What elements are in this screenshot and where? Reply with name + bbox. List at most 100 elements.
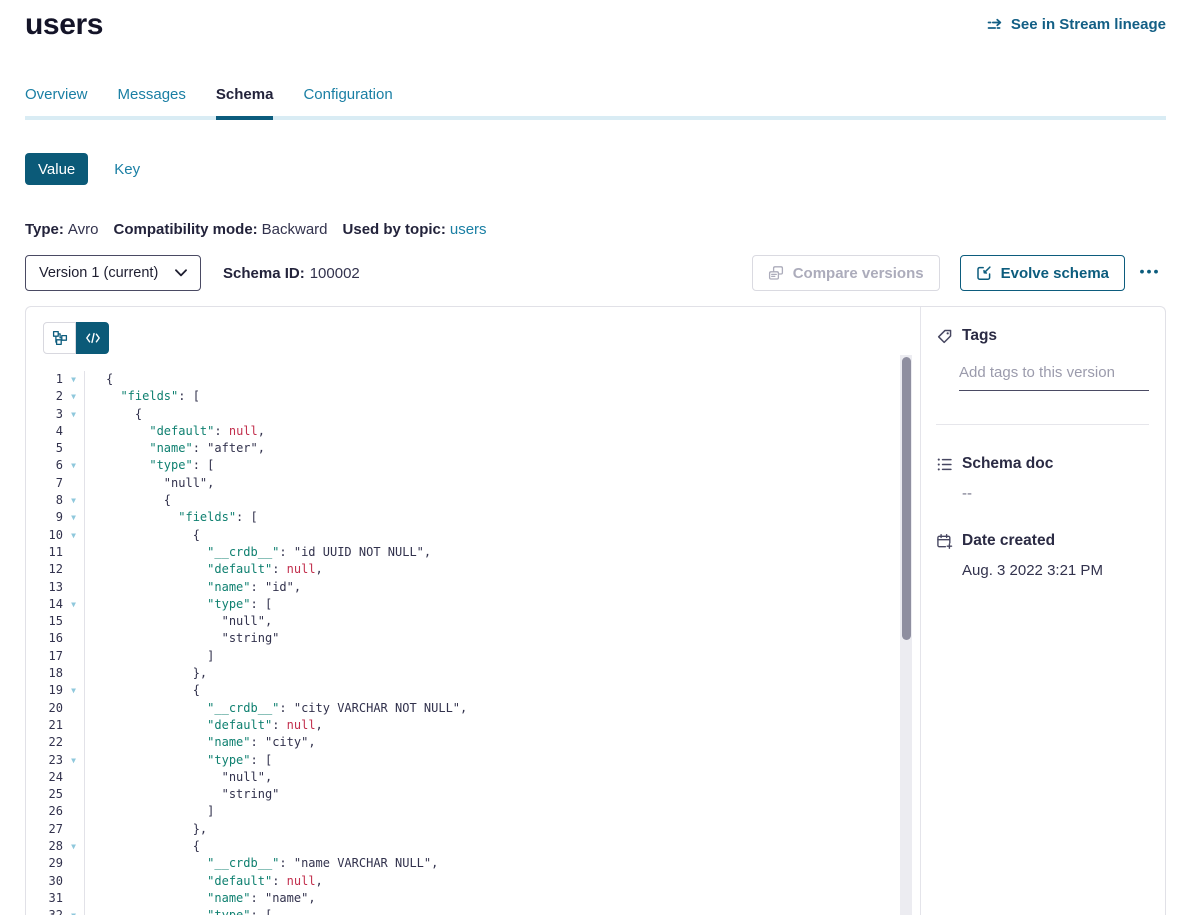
key-toggle-button[interactable]: Key xyxy=(114,153,140,185)
gutter: 9▼ xyxy=(26,509,85,526)
code-text: "default": null, xyxy=(85,717,323,734)
line-number: 1 xyxy=(26,371,63,388)
code-line: 15 "null", xyxy=(26,613,920,630)
gutter: 13 xyxy=(26,579,85,596)
fold-arrow-icon[interactable]: ▼ xyxy=(63,838,84,855)
compare-versions-button[interactable]: Compare versions xyxy=(752,255,940,291)
gutter: 2▼ xyxy=(26,388,85,405)
editor-toolbar xyxy=(26,307,920,354)
gutter: 15 xyxy=(26,613,85,630)
value-toggle-button[interactable]: Value xyxy=(25,153,88,185)
hierarchy-view-button[interactable] xyxy=(43,322,76,354)
gutter: 22 xyxy=(26,734,85,751)
fold-arrow-icon[interactable]: ▼ xyxy=(63,527,84,544)
code-line: 8▼ { xyxy=(26,492,920,509)
code-text: "name": "name", xyxy=(85,890,316,907)
line-number: 16 xyxy=(26,630,63,647)
line-number: 11 xyxy=(26,544,63,561)
evolve-schema-button[interactable]: Evolve schema xyxy=(960,255,1125,291)
code-line: 30 "default": null, xyxy=(26,873,920,890)
fold-spacer xyxy=(63,734,84,751)
meta-label: Used by topic: xyxy=(343,221,446,238)
schema-panel: 1▼{2▼ "fields": [3▼ {4 "default": null,5… xyxy=(25,306,1166,915)
schema-doc-header: Schema doc xyxy=(936,455,1149,473)
tab-messages[interactable]: Messages xyxy=(118,86,186,116)
date-created-section: Date created Aug. 3 2022 3:21 PM xyxy=(936,532,1149,579)
version-select[interactable]: Version 1 (current) xyxy=(25,255,201,291)
schema-id: Schema ID:100002 xyxy=(223,265,360,282)
lineage-link-label: See in Stream lineage xyxy=(1011,16,1166,33)
fold-spacer xyxy=(63,855,84,872)
fold-spacer xyxy=(63,821,84,838)
editor-scrollbar-thumb[interactable] xyxy=(902,357,911,640)
code-text: "__crdb__": "id UUID NOT NULL", xyxy=(85,544,431,561)
fold-arrow-icon[interactable]: ▼ xyxy=(63,388,84,405)
code-text: "null", xyxy=(85,613,272,630)
page-title: users xyxy=(25,8,103,42)
see-in-stream-lineage-link[interactable]: See in Stream lineage xyxy=(987,16,1166,33)
tab-schema[interactable]: Schema xyxy=(216,86,274,116)
fold-arrow-icon[interactable]: ▼ xyxy=(63,457,84,474)
fold-arrow-icon[interactable]: ▼ xyxy=(63,682,84,699)
line-number: 6 xyxy=(26,457,63,474)
fold-arrow-icon[interactable]: ▼ xyxy=(63,509,84,526)
date-created-title: Date created xyxy=(962,532,1055,550)
gutter: 12 xyxy=(26,561,85,578)
code-view-button[interactable] xyxy=(76,322,109,354)
code-line: 5 "name": "after", xyxy=(26,440,920,457)
fold-arrow-icon[interactable]: ▼ xyxy=(63,406,84,423)
gutter: 10▼ xyxy=(26,527,85,544)
code-text: }, xyxy=(85,821,207,838)
tag-icon xyxy=(936,328,953,345)
value-key-toggle: Value Key xyxy=(25,153,1166,185)
code-line: 1▼{ xyxy=(26,371,920,388)
tab-overview[interactable]: Overview xyxy=(25,86,88,116)
compare-versions-label: Compare versions xyxy=(793,265,924,282)
line-number: 7 xyxy=(26,475,63,492)
code-line: 32▼ "type": [ xyxy=(26,907,920,915)
gutter: 25 xyxy=(26,786,85,803)
meta-type: Type:Avro xyxy=(25,221,98,238)
line-number: 30 xyxy=(26,873,63,890)
more-options-button[interactable] xyxy=(1132,255,1166,291)
code-text: }, xyxy=(85,665,207,682)
code-line: 20 "__crdb__": "city VARCHAR NOT NULL", xyxy=(26,700,920,717)
evolve-schema-label: Evolve schema xyxy=(1001,265,1109,282)
code-text: { xyxy=(85,682,200,699)
date-created-header: Date created xyxy=(936,532,1149,550)
fold-arrow-icon[interactable]: ▼ xyxy=(63,371,84,388)
fold-arrow-icon[interactable]: ▼ xyxy=(63,492,84,509)
fold-arrow-icon[interactable]: ▼ xyxy=(63,596,84,613)
schema-doc-title: Schema doc xyxy=(962,455,1053,473)
tab-configuration[interactable]: Configuration xyxy=(303,86,392,116)
chevron-down-icon xyxy=(175,269,187,277)
add-tags-input[interactable] xyxy=(959,364,1149,391)
code-line: 12 "default": null, xyxy=(26,561,920,578)
meta-value-link[interactable]: users xyxy=(450,221,487,238)
code-lines: 1▼{2▼ "fields": [3▼ {4 "default": null,5… xyxy=(26,371,920,915)
fold-spacer xyxy=(63,440,84,457)
gutter: 26 xyxy=(26,803,85,820)
code-text: "default": null, xyxy=(85,873,323,890)
code-line: 28▼ { xyxy=(26,838,920,855)
gutter: 32▼ xyxy=(26,907,85,915)
fold-spacer xyxy=(63,630,84,647)
gutter: 18 xyxy=(26,665,85,682)
code-text: "name": "city", xyxy=(85,734,316,751)
fold-spacer xyxy=(63,648,84,665)
sidebar-divider xyxy=(936,424,1149,425)
editor-scrollbar[interactable] xyxy=(900,355,912,915)
meta-label: Type: xyxy=(25,221,64,238)
code-line: 19▼ { xyxy=(26,682,920,699)
code-text: "type": [ xyxy=(85,457,214,474)
code-text: { xyxy=(85,406,142,423)
code-text: "name": "after", xyxy=(85,440,265,457)
code-text: { xyxy=(85,838,200,855)
schema-code-editor[interactable]: 1▼{2▼ "fields": [3▼ {4 "default": null,5… xyxy=(26,354,920,915)
code-text: "name": "id", xyxy=(85,579,301,596)
code-text: "string" xyxy=(85,786,279,803)
code-text: "__crdb__": "city VARCHAR NOT NULL", xyxy=(85,700,467,717)
fold-arrow-icon[interactable]: ▼ xyxy=(63,752,84,769)
fold-spacer xyxy=(63,665,84,682)
fold-arrow-icon[interactable]: ▼ xyxy=(63,907,84,915)
